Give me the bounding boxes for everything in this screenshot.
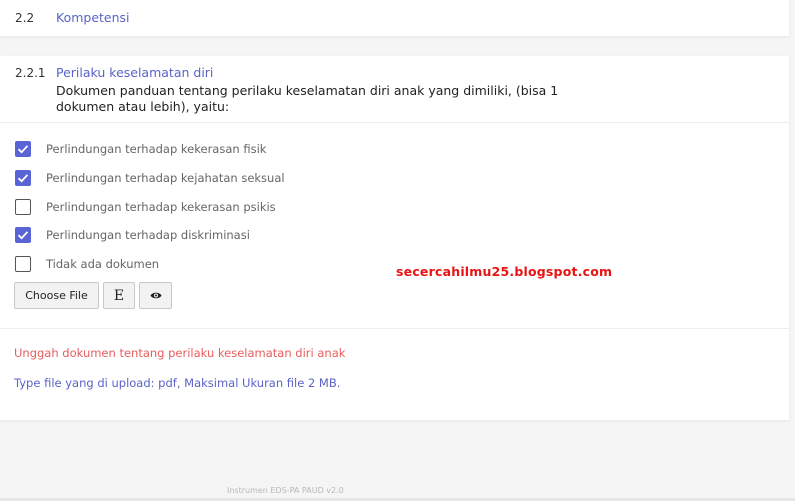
choose-file-button[interactable]: Choose File	[14, 282, 99, 309]
file-type-note: Type file yang di upload: pdf, Maksimal …	[14, 376, 341, 390]
check-icon	[17, 231, 29, 240]
option-row[interactable]: Perlindungan terhadap kekerasan fisik	[15, 140, 266, 158]
divider	[0, 122, 789, 123]
upload-hint: Unggah dokumen tentang perilaku keselama…	[14, 346, 346, 360]
question-title: Perilaku keselamatan diri	[56, 65, 214, 80]
e-button[interactable]: E	[103, 282, 135, 309]
checkbox[interactable]	[15, 141, 31, 157]
option-label: Perlindungan terhadap kekerasan psikis	[46, 200, 276, 214]
eye-icon	[150, 292, 161, 299]
question-description: Dokumen panduan tentang perilaku keselam…	[56, 83, 559, 114]
checkbox[interactable]	[15, 227, 31, 243]
checkbox[interactable]	[15, 256, 31, 272]
option-label: Tidak ada dokumen	[46, 257, 160, 271]
check-icon	[17, 145, 29, 154]
divider	[0, 328, 789, 329]
section-number: 2.2	[15, 11, 35, 25]
option-row[interactable]: Perlindungan terhadap kejahatan seksual	[15, 169, 285, 187]
section-title: Kompetensi	[56, 10, 130, 25]
question-number: 2.2.1	[15, 66, 46, 80]
footer-version: Instrumen EDS-PA PAUD v2.0	[227, 486, 344, 495]
option-label: Perlindungan terhadap kejahatan seksual	[46, 171, 285, 185]
option-label: Perlindungan terhadap kekerasan fisik	[46, 142, 267, 156]
checkbox[interactable]	[15, 199, 31, 215]
option-row[interactable]: Tidak ada dokumen	[15, 255, 159, 273]
watermark-text: secercahilmu25.blogspot.com	[396, 264, 613, 279]
check-icon	[17, 174, 29, 183]
preview-button[interactable]	[139, 282, 172, 309]
checkbox[interactable]	[15, 170, 31, 186]
option-label: Perlindungan terhadap diskriminasi	[46, 228, 250, 242]
section-header-card: 2.2 Kompetensi	[0, 0, 789, 36]
option-row[interactable]: Perlindungan terhadap diskriminasi	[15, 226, 250, 244]
option-row[interactable]: Perlindungan terhadap kekerasan psikis	[15, 198, 276, 216]
